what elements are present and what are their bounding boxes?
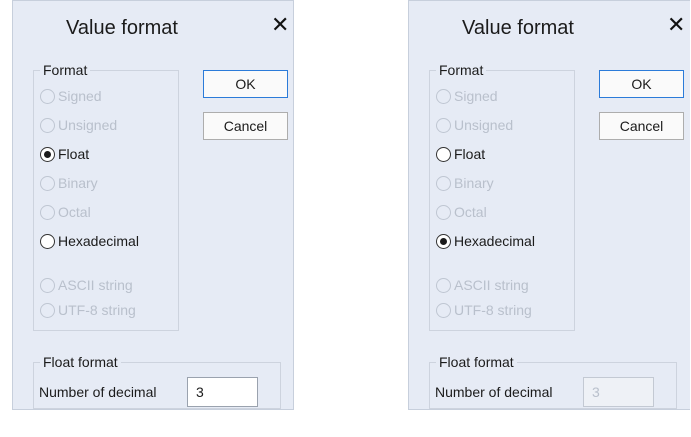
- radio-signed: Signed: [40, 85, 102, 107]
- radio-label: UTF-8 string: [454, 302, 532, 318]
- radio-circle-icon: [40, 277, 55, 293]
- radio-circle-icon: [40, 175, 55, 191]
- value-format-dialog-float: Value format ✕ Format Signed Unsigned Fl…: [12, 0, 294, 410]
- radio-selected-dot-icon: [440, 237, 447, 245]
- radio-circle-icon: [40, 233, 55, 249]
- radio-label: Hexadecimal: [58, 233, 139, 249]
- radio-circle-icon: [436, 175, 451, 191]
- format-group: Format Signed Unsigned Float Binary Octa…: [429, 62, 575, 331]
- radio-label: Float: [58, 146, 90, 162]
- radio-unsigned: Unsigned: [436, 114, 513, 136]
- decimals-label: Number of decimal: [435, 384, 553, 400]
- radio-octal: Octal: [40, 201, 91, 223]
- radio-circle-icon: [436, 233, 451, 249]
- radio-label: Unsigned: [58, 117, 118, 133]
- radio-binary: Binary: [436, 172, 494, 194]
- radio-float[interactable]: Float: [436, 143, 485, 165]
- close-icon[interactable]: ✕: [271, 14, 289, 36]
- radio-label: Signed: [454, 88, 498, 104]
- float-format-legend: Float format: [436, 354, 517, 370]
- ok-button[interactable]: OK: [203, 70, 288, 98]
- radio-circle-icon: [40, 88, 55, 104]
- radio-circle-icon: [436, 88, 451, 104]
- format-legend: Format: [40, 62, 91, 78]
- radio-circle-icon: [436, 146, 451, 162]
- radio-label: UTF-8 string: [58, 302, 136, 318]
- radio-octal: Octal: [436, 201, 487, 223]
- radio-label: ASCII string: [58, 277, 133, 293]
- radio-label: Signed: [58, 88, 102, 104]
- radio-circle-icon: [40, 146, 55, 162]
- radio-signed: Signed: [436, 85, 498, 107]
- radio-circle-icon: [436, 277, 451, 293]
- decimals-input: [583, 377, 654, 407]
- radio-circle-icon: [436, 204, 451, 220]
- cancel-button[interactable]: Cancel: [203, 112, 288, 140]
- cancel-button[interactable]: Cancel: [599, 112, 684, 140]
- radio-hexadecimal[interactable]: Hexadecimal: [436, 230, 535, 252]
- radio-label: Octal: [454, 204, 487, 220]
- radio-label: ASCII string: [454, 277, 529, 293]
- radio-selected-dot-icon: [44, 150, 51, 158]
- radio-binary: Binary: [40, 172, 98, 194]
- radio-label: Unsigned: [454, 117, 514, 133]
- decimals-label: Number of decimal: [39, 384, 157, 400]
- radio-label: Binary: [454, 175, 494, 191]
- radio-utf8-string: UTF-8 string: [436, 299, 532, 321]
- radio-ascii-string: ASCII string: [40, 274, 133, 296]
- radio-ascii-string: ASCII string: [436, 274, 529, 296]
- format-legend: Format: [436, 62, 487, 78]
- radio-label: Octal: [58, 204, 91, 220]
- dialog-title: Value format: [462, 17, 574, 39]
- radio-label: Binary: [58, 175, 98, 191]
- radio-circle-icon: [436, 117, 451, 133]
- radio-hexadecimal[interactable]: Hexadecimal: [40, 230, 139, 252]
- radio-circle-icon: [40, 204, 55, 220]
- dialog-title: Value format: [66, 17, 178, 39]
- radio-circle-icon: [40, 302, 55, 318]
- float-format-legend: Float format: [40, 354, 121, 370]
- close-icon[interactable]: ✕: [667, 14, 685, 36]
- ok-button[interactable]: OK: [599, 70, 684, 98]
- radio-float[interactable]: Float: [40, 143, 89, 165]
- radio-utf8-string: UTF-8 string: [40, 299, 136, 321]
- radio-circle-icon: [40, 117, 55, 133]
- format-group: Format Signed Unsigned Float Binary Octa…: [33, 62, 179, 331]
- radio-label: Float: [454, 146, 486, 162]
- radio-label: Hexadecimal: [454, 233, 535, 249]
- radio-unsigned: Unsigned: [40, 114, 117, 136]
- decimals-input[interactable]: [187, 377, 258, 407]
- value-format-dialog-hexadecimal: Value format ✕ Format Signed Unsigned Fl…: [408, 0, 690, 410]
- radio-circle-icon: [436, 302, 451, 318]
